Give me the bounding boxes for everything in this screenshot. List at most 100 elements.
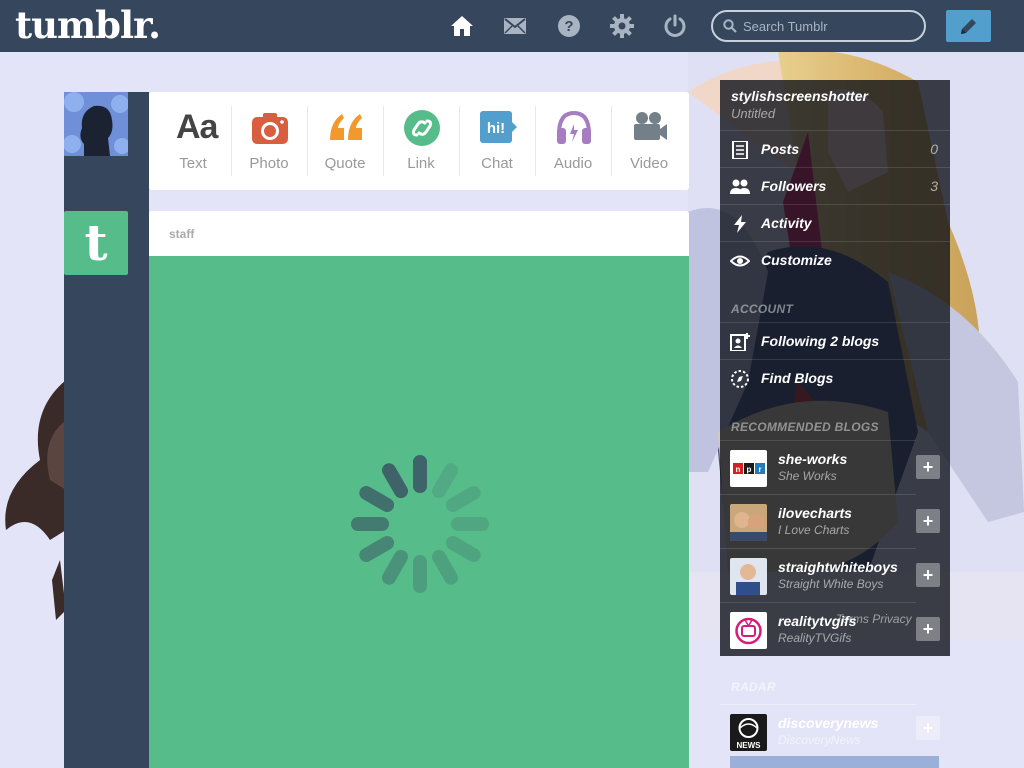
sidebar-item-following[interactable]: Following 2 blogs (720, 322, 950, 359)
follow-button[interactable]: + (916, 716, 940, 740)
mail-icon[interactable] (503, 14, 527, 38)
recommended-blog[interactable]: realitytvgifs RealityTVGifs (720, 602, 916, 656)
recommended-blog[interactable]: ilovecharts I Love Charts (720, 494, 916, 548)
sidebar-item-activity[interactable]: Activity (720, 204, 950, 241)
post-type-label: Quote (324, 155, 366, 172)
spinner-segment (445, 536, 481, 562)
user-avatar[interactable] (64, 92, 128, 156)
sidebar-item-posts[interactable]: Posts 0 (720, 130, 950, 167)
post-audio-button[interactable]: Audio (535, 92, 611, 190)
post-chat-button[interactable]: hi! Chat (459, 92, 535, 190)
radar-heading: RADAR (731, 680, 776, 694)
video-camera-icon (631, 110, 669, 146)
sidebar-item-count: 3 (930, 178, 938, 194)
sidebar-item-count: 0 (930, 141, 938, 157)
search-box[interactable] (711, 10, 926, 42)
link-icon (403, 110, 441, 146)
npr-logo: npr (730, 450, 767, 487)
svg-text:NEWS: NEWS (737, 741, 762, 750)
chat-icon: hi! (479, 110, 517, 146)
help-icon[interactable]: ? (557, 14, 581, 38)
blog-name: she-works (778, 451, 848, 467)
sidebar-item-label: Find Blogs (761, 370, 834, 386)
dashboard-column (64, 92, 149, 768)
svg-text:?: ? (564, 18, 573, 35)
blog-subtitle: RealityTVGifs (778, 631, 852, 645)
sidebar-item-label: Following 2 blogs (761, 333, 880, 349)
blog-subtitle: She Works (778, 469, 837, 483)
follow-button[interactable]: + (916, 617, 940, 641)
top-navigation-bar: tumblr. ? (0, 0, 1024, 52)
post-content (149, 256, 689, 768)
post-photo-button[interactable]: Photo (231, 92, 307, 190)
post-type-bar: Aa Text Photo Quote Link hi! Chat Audio (149, 92, 689, 190)
lightning-icon (730, 215, 750, 233)
quote-icon (327, 110, 365, 146)
blog-name: discoverynews (778, 715, 879, 731)
blog-subtitle: Straight White Boys (778, 577, 884, 591)
post-text-button[interactable]: Aa Text (155, 92, 231, 190)
blog-subtitle: I Love Charts (778, 523, 850, 537)
tv-logo (730, 612, 767, 649)
recommended-blog[interactable]: straightwhiteboys Straight White Boys (720, 548, 916, 602)
spinner-segment (445, 486, 481, 512)
eye-icon (730, 252, 750, 270)
follow-button[interactable]: + (916, 509, 940, 533)
pencil-icon (961, 19, 976, 34)
blog-title: Untitled (731, 106, 776, 121)
spinner-segment (359, 536, 395, 562)
post-type-label: Audio (553, 155, 593, 172)
post-quote-button[interactable]: Quote (307, 92, 383, 190)
sidebar-item-label: Activity (761, 215, 812, 231)
document-icon (730, 141, 750, 159)
search-icon (723, 19, 737, 33)
search-input[interactable] (743, 15, 918, 37)
post-link-button[interactable]: Link (383, 92, 459, 190)
footer-links[interactable]: Terms Privacy (836, 612, 912, 626)
follow-button[interactable]: + (916, 455, 940, 479)
radar-post-image[interactable] (730, 756, 939, 768)
spinner-segment (382, 549, 408, 585)
sidebar-item-customize[interactable]: Customize (720, 241, 950, 278)
radar-blog[interactable]: NEWS discoverynews DiscoveryNews (720, 704, 916, 758)
svg-text:n: n (736, 465, 741, 474)
account-heading: ACCOUNT (731, 302, 794, 316)
add-contact-icon (730, 333, 750, 351)
post-type-label: Link (407, 155, 435, 172)
spinner-segment (432, 549, 458, 585)
sidebar-item-label: Followers (761, 178, 827, 194)
sidebar-item-followers[interactable]: Followers 3 (720, 167, 950, 204)
people-icon (730, 178, 750, 196)
blog-name[interactable]: stylishscreenshotter (731, 88, 868, 104)
sidebar-item-label: Posts (761, 141, 800, 157)
chat-icon-text: hi! (487, 120, 505, 137)
recommended-blog[interactable]: npr she-works She Works (720, 440, 916, 494)
person-photo (730, 558, 767, 595)
blog-name: ilovecharts (778, 505, 852, 521)
sidebar-item-find-blogs[interactable]: Find Blogs (720, 359, 950, 396)
post-type-label: Chat (481, 155, 513, 172)
post-type-label: Text (179, 155, 207, 172)
compose-button[interactable] (946, 10, 991, 42)
background-decoration (0, 380, 66, 620)
staff-avatar[interactable]: t (64, 211, 128, 275)
spinner-segment (359, 486, 395, 512)
svg-text:r: r (758, 465, 761, 474)
post-author[interactable]: staff (169, 227, 194, 241)
power-icon[interactable] (663, 14, 687, 38)
compass-icon (730, 370, 750, 388)
discovery-news-logo: NEWS (730, 714, 767, 751)
gear-icon[interactable] (610, 14, 634, 38)
tumblr-logo[interactable]: tumblr. (15, 3, 161, 47)
follow-button[interactable]: + (916, 563, 940, 587)
home-icon[interactable] (450, 14, 474, 38)
text-icon: Aa (176, 108, 218, 146)
people-photo (730, 504, 767, 541)
sidebar-item-label: Customize (761, 252, 832, 268)
svg-text:p: p (747, 465, 752, 474)
recommended-heading: RECOMMENDED BLOGS (731, 420, 879, 434)
camera-icon (251, 110, 289, 146)
post-video-button[interactable]: Video (611, 92, 687, 190)
post-type-label: Photo (249, 155, 289, 172)
post-type-label: Video (629, 155, 669, 172)
